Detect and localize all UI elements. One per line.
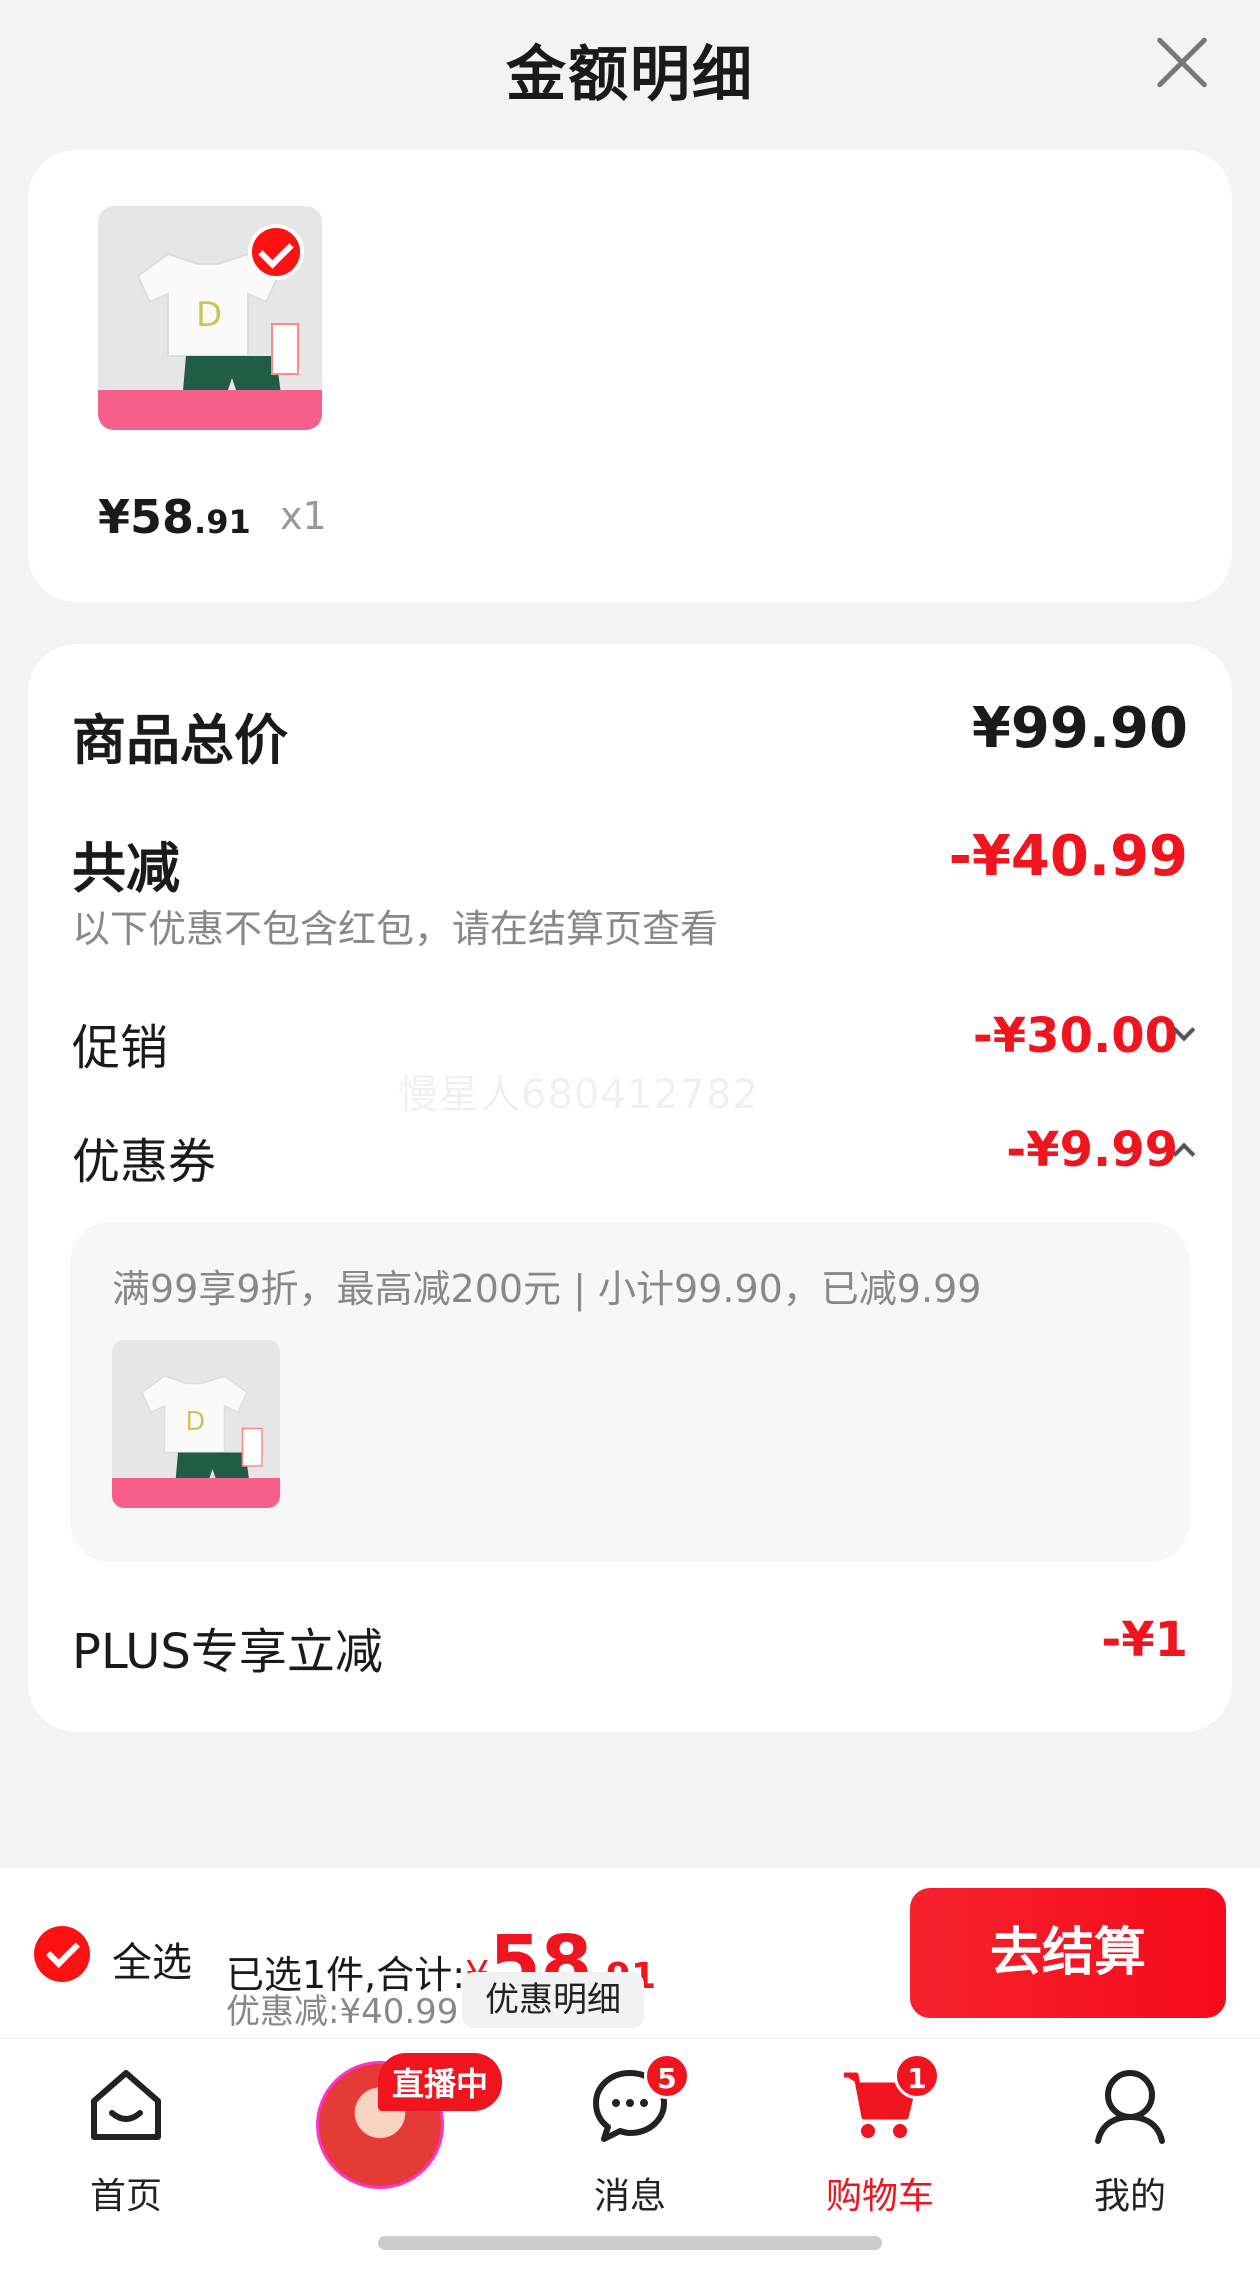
discount-amount: 优惠减:¥40.99 [226, 1992, 459, 2032]
coupon-product-thumbnail-graphic: D [112, 1340, 280, 1508]
discount-note: 以下优惠不包含红包，请在结算页查看 [72, 898, 1188, 951]
tab-home-label: 首页 [89, 2176, 162, 2217]
promotion-value: -¥30.00 [972, 1008, 1178, 1064]
select-all-check-icon[interactable] [34, 1926, 90, 1982]
coupon-row[interactable]: 优惠券 -¥9.99 [72, 1122, 1196, 1190]
coupon-value: -¥9.99 [1006, 1122, 1178, 1178]
tab-me[interactable]: 我的 [1040, 2039, 1220, 2239]
select-all-label[interactable]: 全选 [112, 1930, 192, 1988]
svg-text:D: D [186, 1407, 206, 1437]
discount-detail-button[interactable]: 优惠明细 [462, 1972, 644, 2028]
product-price: ¥58.91 [98, 490, 251, 544]
home-indicator[interactable] [378, 2236, 882, 2250]
plus-discount-row: PLUS专享立减 -¥1 [72, 1612, 1188, 1680]
live-badge: 直播中 [378, 2053, 503, 2111]
coupon-product-image: D [112, 1340, 280, 1508]
tab-me-label: 我的 [1093, 2176, 1166, 2217]
product-card: D ¥58.91 x1 [28, 150, 1232, 602]
reduction-value: -¥40.99 [948, 824, 1188, 889]
tab-home[interactable]: 首页 [36, 2039, 216, 2239]
checkout-button[interactable]: 去结算 [910, 1888, 1226, 2018]
product-image[interactable]: D [98, 206, 322, 430]
reduction-row: 共减 -¥40.99 [72, 824, 1188, 900]
total-label: 商品总价 [72, 709, 288, 772]
checkout-bar: 全选 已选1件,合计:¥58.91 优惠减:¥40.99 优惠明细 去结算 [0, 1868, 1260, 2038]
header: 金额明细 [0, 0, 1260, 140]
total-value: ¥99.90 [971, 696, 1188, 761]
product-price-decimal: .91 [194, 503, 251, 541]
amount-detail-card: 商品总价 ¥99.90 共减 -¥40.99 以下优惠不包含红包，请在结算页查看… [28, 644, 1232, 1732]
home-icon [91, 2070, 161, 2140]
product-quantity: x1 [280, 494, 327, 538]
promotion-label: 促销 [72, 1020, 169, 1076]
coupon-label: 优惠券 [72, 1134, 217, 1190]
tab-cart-label: 购物车 [825, 2176, 934, 2217]
user-icon [1095, 2070, 1165, 2144]
cart-count-badge: 1 [894, 2053, 940, 2099]
watermark: 慢星人680412782 [398, 1072, 760, 1118]
product-price-main: ¥58 [98, 490, 195, 544]
page-title: 金额明细 [506, 40, 754, 110]
discount-note-text: 以下优惠不包含红包，请在结算页查看 [72, 907, 719, 951]
plus-discount-value: -¥1 [1101, 1612, 1188, 1668]
selected-check-icon[interactable] [248, 224, 304, 280]
coupon-description: 满99享9折，最高减200元 | 小计99.90，已减9.99 [112, 1267, 982, 1311]
tab-messages-label: 消息 [593, 2176, 666, 2217]
close-button[interactable] [1154, 34, 1210, 90]
coupon-detail-panel: 满99享9折，最高减200元 | 小计99.90，已减9.99 D [70, 1222, 1190, 1562]
svg-text:D: D [196, 295, 222, 335]
tab-messages[interactable]: 5 消息 [540, 2039, 720, 2239]
total-row: 商品总价 ¥99.90 [72, 696, 1188, 772]
plus-discount-label: PLUS专享立减 [72, 1624, 383, 1680]
messages-count-badge: 5 [644, 2053, 690, 2099]
tab-live[interactable]: 直播中 [290, 2039, 503, 2239]
tab-cart[interactable]: 1 购物车 [790, 2039, 970, 2239]
reduction-label: 共减 [72, 837, 180, 900]
